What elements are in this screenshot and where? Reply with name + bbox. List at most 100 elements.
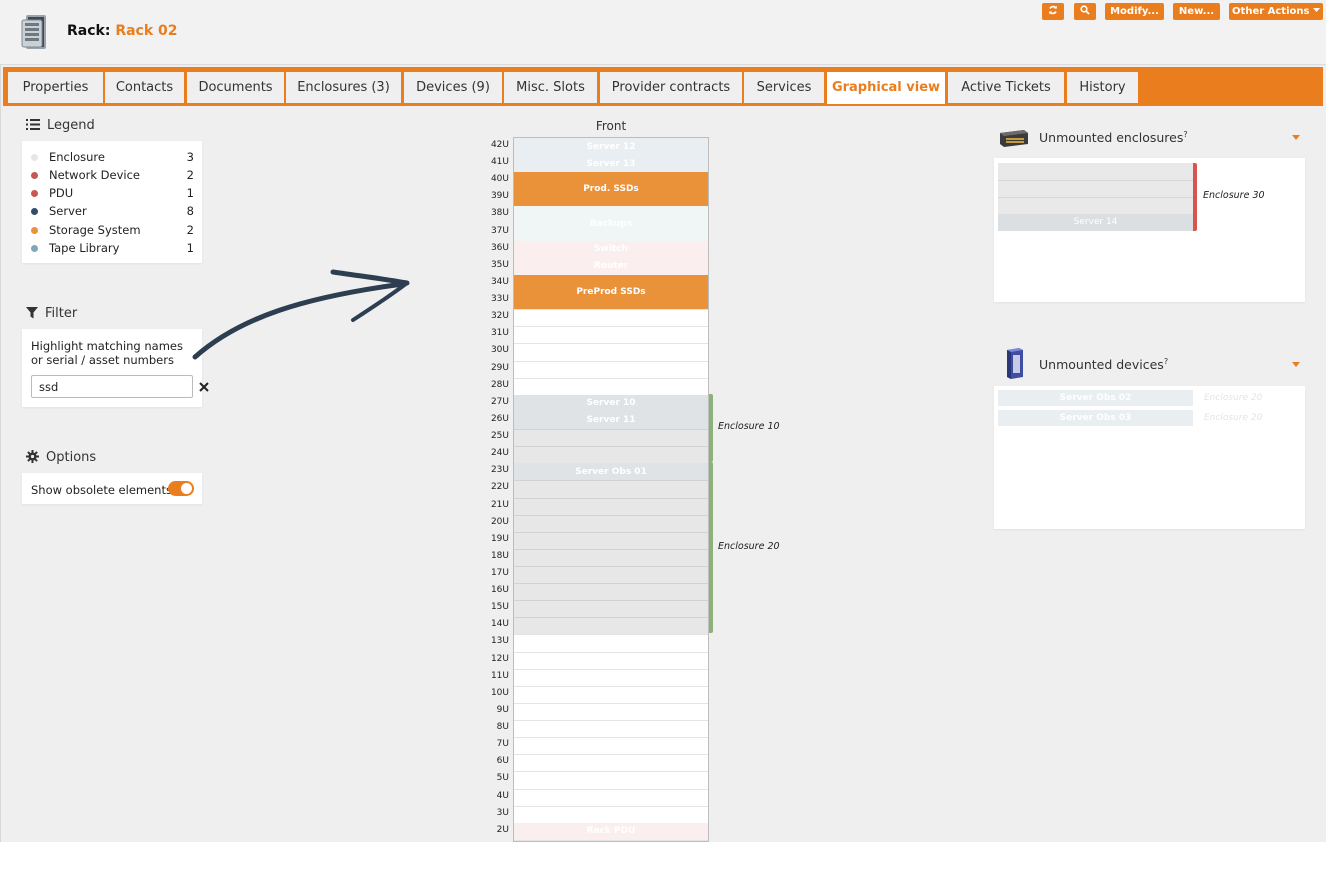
unmounted-devices-title-wrap: Unmounted devices?	[1039, 357, 1168, 372]
unmounted-enclosures-heading: Unmounted enclosures?	[998, 120, 1303, 156]
unit-label: 29U	[490, 362, 509, 373]
rack-device[interactable]: Prod. SSDs	[514, 172, 708, 207]
unit-line	[514, 669, 708, 670]
rack-icon	[21, 15, 46, 49]
rack-device[interactable]: Backups	[514, 206, 708, 241]
unit-line	[514, 361, 708, 362]
modify-button[interactable]: Modify...	[1105, 3, 1164, 20]
tab-properties[interactable]: Properties	[8, 72, 103, 103]
unit-line	[514, 446, 708, 447]
enclosure-30-block[interactable]: Server 14	[998, 163, 1193, 231]
refresh-icon	[1049, 5, 1057, 15]
new-button[interactable]: New...	[1173, 3, 1220, 20]
server-14-block[interactable]: Server 14	[998, 214, 1193, 231]
unit-label: 25U	[490, 431, 509, 442]
tab-devices[interactable]: Devices (9)	[404, 72, 502, 103]
options-panel: Show obsolete elements?	[22, 473, 202, 504]
rack-name: Rack 02	[115, 23, 178, 39]
device-enclosure-link[interactable]: Enclosure 20	[1204, 390, 1262, 406]
chevron-down-icon[interactable]	[1292, 135, 1300, 140]
show-obsolete-label: Show obsolete elements?	[31, 482, 176, 497]
legend-item-tape-library: Tape Library 1	[22, 239, 202, 257]
rack-device[interactable]: Server 10	[514, 394, 708, 412]
tab-active-tickets[interactable]: Active Tickets	[948, 72, 1064, 103]
rack-device[interactable]: Server 13	[514, 155, 708, 173]
legend-label: Server	[49, 204, 87, 218]
unit-line	[998, 197, 1193, 198]
unit-line	[514, 343, 708, 344]
window-border	[0, 0, 1, 842]
unit-label: 28U	[490, 379, 509, 390]
refresh-button[interactable]	[1042, 3, 1064, 20]
legend-panel: Enclosure 3 Network Device 2 PDU 1 Server 8 …	[22, 141, 202, 263]
rack-device[interactable]: Server 11	[514, 411, 708, 430]
other-actions-button[interactable]: Other Actions	[1229, 3, 1323, 20]
search-button[interactable]	[1074, 3, 1096, 20]
legend-heading: Legend	[26, 118, 95, 133]
unmounted-device-item[interactable]: Server Obs 03	[998, 410, 1193, 426]
unit-label: 36U	[490, 242, 509, 253]
legend-count: 8	[186, 204, 194, 218]
legend-label: Storage System	[49, 223, 141, 237]
unit-label: 9U	[496, 704, 509, 715]
legend-item-network-device: Network Device 2	[22, 166, 202, 184]
unit-label: 18U	[490, 550, 509, 561]
tab-misc-slots[interactable]: Misc. Slots	[504, 72, 597, 103]
legend-dot	[31, 245, 38, 252]
rack-device[interactable]: PreProd SSDs	[514, 274, 708, 310]
filter-input[interactable]: ssd	[31, 375, 193, 398]
unit-label: 38U	[490, 208, 509, 219]
filter-description: Highlight matching names or serial / ass…	[31, 339, 183, 367]
unit-label: 15U	[490, 602, 509, 613]
unit-line	[514, 789, 708, 790]
rack-device[interactable]: Server Obs 01	[514, 463, 708, 481]
unit-line	[514, 583, 708, 584]
help-mark[interactable]: ?	[1183, 130, 1187, 139]
legend-item-storage-system: Storage System 2	[22, 221, 202, 239]
unmounted-devices-panel: Server Obs 02 Enclosure 20 Server Obs 03…	[994, 386, 1305, 529]
chevron-down-icon	[1312, 7, 1320, 12]
tab-documents[interactable]: Documents	[187, 72, 284, 103]
app-window: Rack: Rack 02 Modify... New... Other Act…	[0, 0, 1326, 842]
unmounted-device-item[interactable]: Server Obs 02	[998, 390, 1193, 406]
unit-label: 14U	[490, 619, 509, 630]
rack-device[interactable]: Router	[514, 257, 708, 275]
legend-dot	[31, 154, 38, 161]
tab-history[interactable]: History	[1067, 72, 1138, 103]
unit-line	[998, 180, 1193, 181]
options-title: Options	[46, 450, 97, 465]
rack-device[interactable]: Server 12	[514, 138, 708, 156]
unit-label: 33U	[490, 294, 509, 305]
unit-label: 6U	[496, 756, 509, 767]
close-icon[interactable]	[198, 381, 210, 393]
unit-label: 4U	[496, 790, 509, 801]
tab-services[interactable]: Services	[744, 72, 824, 103]
annotation-arrow	[192, 269, 410, 360]
unit-label: 35U	[490, 259, 509, 270]
unit-label: 40U	[490, 174, 509, 185]
tab-enclosures[interactable]: Enclosures (3)	[286, 72, 401, 103]
unit-label: 5U	[496, 773, 509, 784]
tab-graphical-view[interactable]: Graphical view	[827, 72, 945, 104]
unit-label: 13U	[490, 636, 509, 647]
legend-dot	[31, 208, 38, 215]
show-obsolete-toggle[interactable]	[168, 481, 194, 496]
tab-bar: Properties Contacts Documents Enclosures…	[3, 67, 1323, 106]
chevron-down-icon[interactable]	[1292, 362, 1300, 367]
device-enclosure-link[interactable]: Enclosure 20	[1204, 410, 1262, 426]
rack-face-label: Front	[595, 119, 627, 133]
rack-device[interactable]: Rack PDU	[514, 822, 708, 840]
unit-line	[514, 617, 708, 618]
page-header: Rack: Rack 02 Modify... New... Other Act…	[0, 0, 1326, 65]
unit-line	[514, 686, 708, 687]
unit-line	[514, 754, 708, 755]
tab-contacts[interactable]: Contacts	[105, 72, 184, 103]
filter-heading: Filter	[26, 306, 77, 321]
legend-count: 1	[186, 186, 194, 200]
enclosure-icon	[1000, 130, 1028, 147]
tab-provider-contracts[interactable]: Provider contracts	[600, 72, 742, 103]
help-mark[interactable]: ?	[1164, 357, 1168, 366]
unit-label: 7U	[496, 739, 509, 750]
filter-title: Filter	[45, 306, 78, 321]
rack-device[interactable]: Switch	[514, 240, 708, 258]
